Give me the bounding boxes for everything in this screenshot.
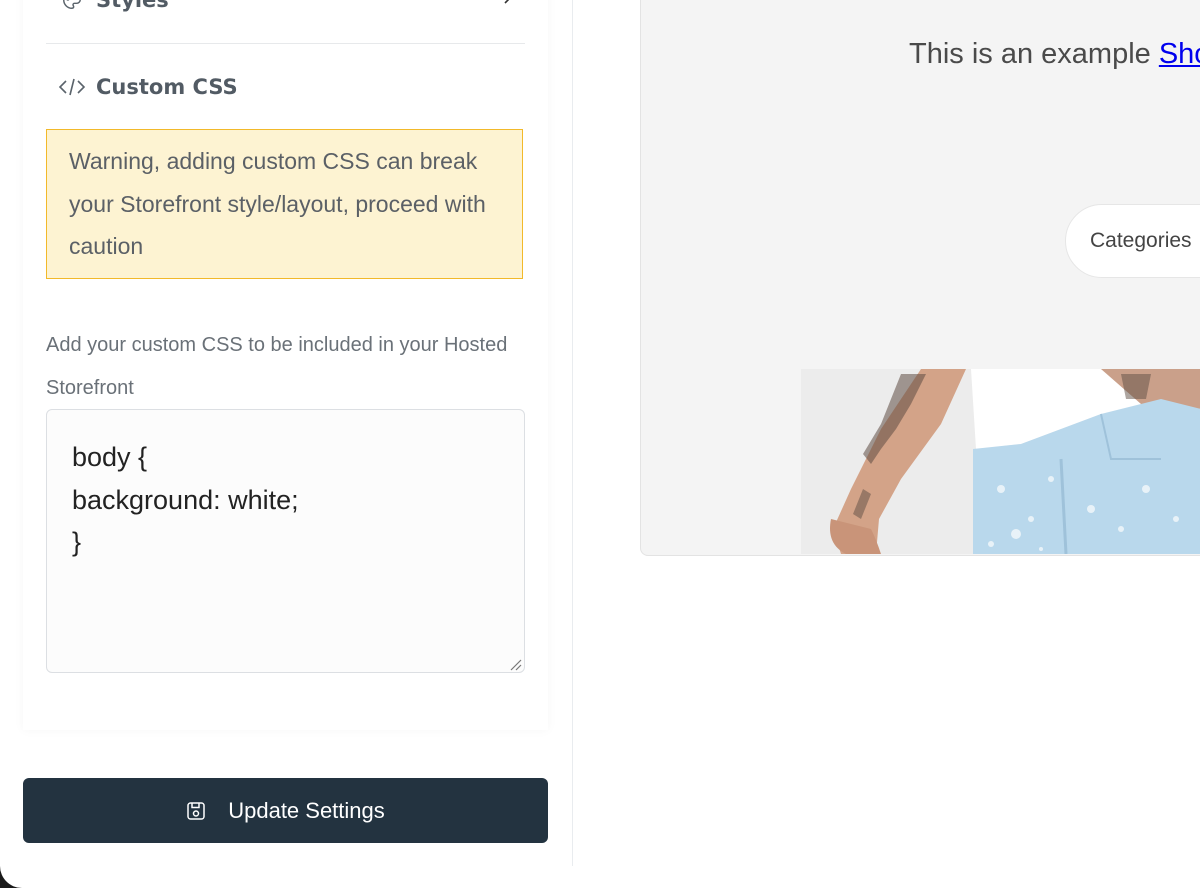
preview-example-text: This is an example Sho bbox=[909, 38, 1200, 71]
textarea-resize-handle[interactable] bbox=[508, 656, 522, 671]
custom-css-help-text: Add your custom CSS to be included in yo… bbox=[46, 334, 508, 399]
section-styles[interactable]: Styles bbox=[46, 0, 525, 22]
categories-button[interactable]: Categories bbox=[1065, 204, 1200, 278]
section-divider bbox=[46, 43, 525, 44]
css-warning-alert: Warning, adding custom CSS can break you… bbox=[46, 129, 523, 279]
palette-icon bbox=[58, 0, 86, 14]
code-icon bbox=[58, 73, 86, 101]
preview-shop-link[interactable]: Sho bbox=[1159, 38, 1200, 70]
product-image bbox=[801, 369, 1200, 554]
section-custom-css-label: Custom CSS bbox=[96, 75, 238, 99]
update-settings-button[interactable]: Update Settings bbox=[23, 778, 548, 843]
section-custom-css[interactable]: Custom CSS bbox=[46, 66, 525, 108]
chevron-right-icon bbox=[501, 0, 515, 4]
app-window: Styles Custom CSS Warning, adding custom… bbox=[0, 0, 1200, 888]
example-text-prefix: This is an example bbox=[909, 38, 1159, 70]
section-styles-label: Styles bbox=[96, 0, 169, 12]
custom-css-textarea[interactable]: body { background: white; } bbox=[46, 409, 525, 673]
update-settings-label: Update Settings bbox=[228, 797, 385, 823]
save-icon bbox=[186, 801, 206, 821]
settings-panel: Styles Custom CSS Warning, adding custom… bbox=[0, 0, 573, 866]
